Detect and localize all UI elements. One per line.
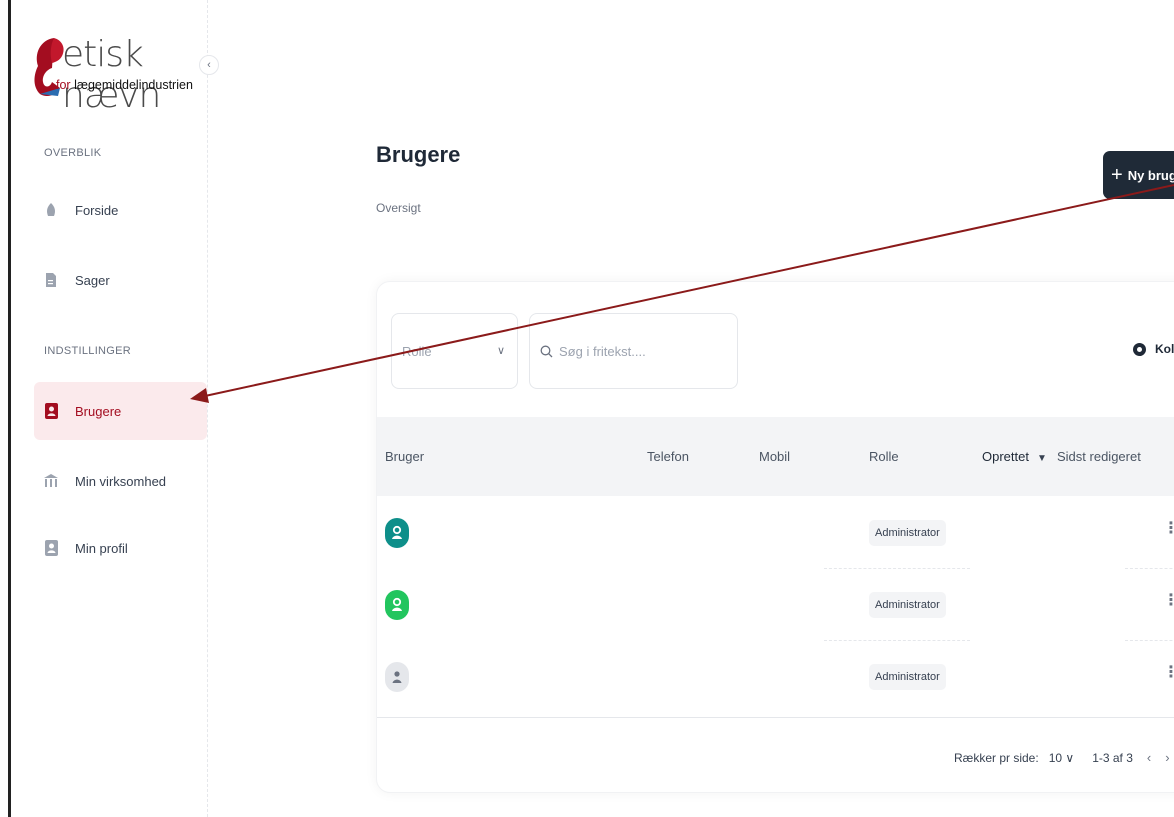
columns-button-label: Kolonner [1155,342,1174,356]
new-user-button-label: Ny bruger [1127,167,1174,183]
sidebar-item-forside[interactable]: Forside [34,181,207,239]
new-user-button[interactable]: + Ny bruger [1103,151,1174,199]
avatar [385,518,409,548]
more-vertical-icon[interactable]: ⋮ [1163,590,1174,610]
brand-logo[interactable]: etisk nævn for lægemiddelindustrien [32,28,207,116]
sidebar-item-label: Brugere [75,403,122,419]
gauge-icon [44,202,58,218]
table-bottom-divider [377,717,1174,718]
document-icon [44,272,58,288]
sidebar-item-brugere[interactable]: Brugere [34,382,207,440]
column-header-mobil[interactable]: Mobil [759,449,790,464]
plus-icon: + [1111,163,1123,186]
pagination-range: 1-3 af 3 [1092,750,1133,765]
users-table-card: Rolle ∨ Kolonner Bruger Telefon Mobil Ro… [376,281,1174,793]
chevron-right-icon[interactable]: › [1165,750,1169,765]
role-badge: Administrator [869,592,946,618]
building-icon [44,473,58,489]
more-vertical-icon[interactable]: ⋮ [1163,518,1174,538]
role-badge: Administrator [869,664,946,690]
columns-icon [1133,342,1146,356]
sidebar-item-label: Sager [75,272,110,288]
sidebar-item-sager[interactable]: Sager [34,251,207,309]
chevron-left-icon[interactable]: ‹ [1147,750,1151,765]
sidebar-item-label: Min profil [75,540,128,556]
chevron-down-icon: ∨ [1065,750,1075,765]
page-title: Brugere [376,142,461,167]
brand-subtitle: for lægemiddelindustrien [56,78,193,92]
column-header-bruger[interactable]: Bruger [385,449,424,464]
table-row[interactable]: Administrator ⋮ [377,496,1174,568]
sidebar-item-min-profil[interactable]: Min profil [34,519,207,577]
column-header-rolle[interactable]: Rolle [869,449,899,464]
table-row[interactable]: Administrator ⋮ [377,568,1174,640]
table-row[interactable]: Administrator ⋮ [377,640,1174,712]
avatar [385,662,409,692]
sidebar-item-label: Min virksomhed [75,473,167,489]
role-filter-select[interactable]: Rolle ∨ [391,313,518,389]
column-header-telefon[interactable]: Telefon [647,449,689,464]
avatar [385,590,409,620]
brand-name: etisk nævn [62,34,161,116]
profile-icon [44,540,58,556]
pagination: Rækker pr side: 10 ∨ 1-3 af 3 ‹ › [954,750,1170,765]
sidebar-item-label: Forside [75,202,119,218]
column-header-oprettet[interactable]: Oprettet ▼ [982,449,1047,464]
columns-button[interactable]: Kolonner [1133,342,1174,356]
sidebar-item-min-virksomhed[interactable]: Min virksomhed [34,452,207,510]
page-subtitle: Oversigt [376,201,421,215]
app-window: etisk nævn for lægemiddelindustrien OVER… [0,0,1174,817]
search-icon [540,345,553,357]
column-header-sidst-redigeret[interactable]: Sidst redigeret [1057,449,1141,464]
user-icon [44,403,58,419]
sidebar: etisk nævn for lægemiddelindustrien OVER… [11,0,208,817]
collapse-sidebar-button[interactable]: ‹ [199,55,219,75]
role-badge: Administrator [869,520,946,546]
role-filter-placeholder: Rolle [402,343,432,359]
section-label-overblik: OVERBLIK [44,147,102,159]
more-vertical-icon[interactable]: ⋮ [1163,662,1174,682]
chevron-left-icon: ‹ [207,59,211,71]
section-label-indstillinger: INDSTILLINGER [44,345,132,357]
search-input[interactable] [559,343,719,359]
sort-desc-icon: ▼ [1036,453,1047,464]
table-header: Bruger Telefon Mobil Rolle Oprettet ▼ Sid… [377,417,1174,496]
search-field[interactable] [529,313,738,389]
rows-per-page-select[interactable]: 10 ∨ [1049,751,1075,765]
rows-per-page-label: Rækker pr side: [954,750,1039,765]
chevron-down-icon: ∨ [496,345,505,357]
